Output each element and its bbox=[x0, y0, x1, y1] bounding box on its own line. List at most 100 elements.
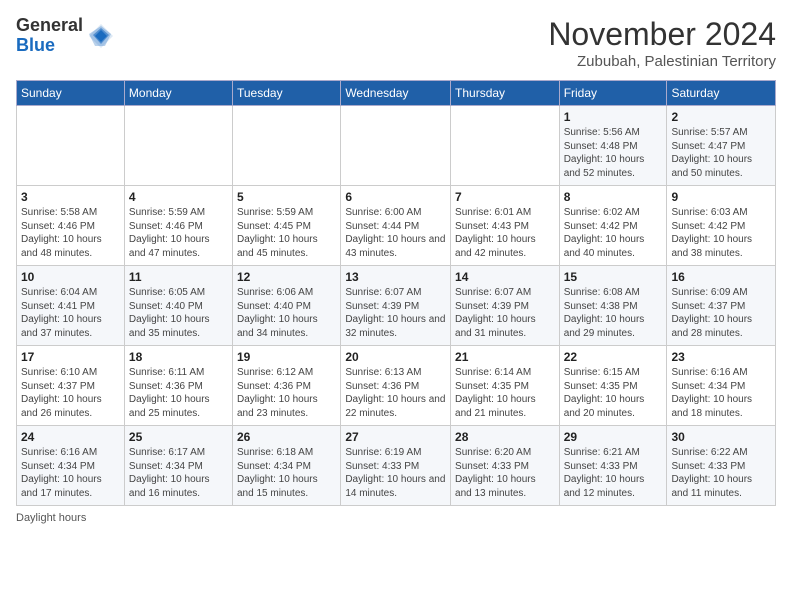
cell-info: Sunrise: 6:17 AM Sunset: 4:34 PM Dayligh… bbox=[129, 446, 228, 500]
col-header-sunday: Sunday bbox=[17, 81, 125, 106]
week-row-4: 24 Sunrise: 6:16 AM Sunset: 4:34 PM Dayli… bbox=[17, 426, 776, 506]
calendar-cell bbox=[341, 106, 451, 186]
week-row-1: 3Sunrise: 5:58 AM Sunset: 4:46 PM Daylig… bbox=[17, 186, 776, 266]
logo: General Blue bbox=[16, 16, 115, 56]
day-number: 15 bbox=[564, 270, 663, 284]
day-number: 20 bbox=[345, 350, 446, 364]
day-number: 22 bbox=[564, 350, 663, 364]
cell-info: Sunrise: 5:59 AM Sunset: 4:45 PM Dayligh… bbox=[237, 206, 336, 260]
location-title: Zububah, Palestinian Territory bbox=[548, 53, 776, 70]
calendar-cell bbox=[124, 106, 232, 186]
calendar-cell: 21 Sunrise: 6:14 AM Sunset: 4:35 PM Dayli… bbox=[451, 346, 560, 426]
calendar-cell: 16Sunrise: 6:09 AM Sunset: 4:37 PM Dayli… bbox=[667, 266, 776, 346]
cell-info: Sunrise: 6:00 AM Sunset: 4:44 PM Dayligh… bbox=[345, 206, 446, 260]
col-header-thursday: Thursday bbox=[451, 81, 560, 106]
calendar-cell: 9 Sunrise: 6:03 AM Sunset: 4:42 PM Daylig… bbox=[667, 186, 776, 266]
calendar-cell: 4Sunrise: 5:59 AM Sunset: 4:46 PM Daylig… bbox=[124, 186, 232, 266]
day-number: 13 bbox=[345, 270, 446, 284]
calendar-cell: 20 Sunrise: 6:13 AM Sunset: 4:36 PM Dayli… bbox=[341, 346, 451, 426]
day-number: 29 bbox=[564, 430, 663, 444]
day-number: 28 bbox=[455, 430, 555, 444]
cell-info: Sunrise: 6:02 AM Sunset: 4:42 PM Dayligh… bbox=[564, 206, 663, 260]
calendar-cell: 30 Sunrise: 6:22 AM Sunset: 4:33 PM Dayli… bbox=[667, 426, 776, 506]
cell-info: Sunrise: 6:01 AM Sunset: 4:43 PM Dayligh… bbox=[455, 206, 555, 260]
header-row: SundayMondayTuesdayWednesdayThursdayFrid… bbox=[17, 81, 776, 106]
month-title: November 2024 bbox=[548, 16, 776, 53]
day-number: 27 bbox=[345, 430, 446, 444]
cell-info: Sunrise: 6:13 AM Sunset: 4:36 PM Dayligh… bbox=[345, 366, 446, 420]
day-number: 10 bbox=[21, 270, 120, 284]
day-number: 18 bbox=[129, 350, 228, 364]
calendar-cell: 18 Sunrise: 6:11 AM Sunset: 4:36 PM Dayli… bbox=[124, 346, 232, 426]
day-number: 11 bbox=[129, 270, 228, 284]
week-row-2: 10 Sunrise: 6:04 AM Sunset: 4:41 PM Dayli… bbox=[17, 266, 776, 346]
day-number: 14 bbox=[455, 270, 555, 284]
cell-info: Sunrise: 6:11 AM Sunset: 4:36 PM Dayligh… bbox=[129, 366, 228, 420]
day-number: 9 bbox=[671, 190, 771, 204]
calendar-cell: 29 Sunrise: 6:21 AM Sunset: 4:33 PM Dayli… bbox=[559, 426, 667, 506]
calendar-cell: 28Sunrise: 6:20 AM Sunset: 4:33 PM Dayli… bbox=[451, 426, 560, 506]
cell-info: Sunrise: 6:15 AM Sunset: 4:35 PM Dayligh… bbox=[564, 366, 663, 420]
day-number: 23 bbox=[671, 350, 771, 364]
cell-info: Sunrise: 6:06 AM Sunset: 4:40 PM Dayligh… bbox=[237, 286, 336, 340]
calendar-cell: 3Sunrise: 5:58 AM Sunset: 4:46 PM Daylig… bbox=[17, 186, 125, 266]
calendar-cell: 11 Sunrise: 6:05 AM Sunset: 4:40 PM Dayli… bbox=[124, 266, 232, 346]
calendar-cell: 12Sunrise: 6:06 AM Sunset: 4:40 PM Dayli… bbox=[233, 266, 341, 346]
cell-info: Sunrise: 5:56 AM Sunset: 4:48 PM Dayligh… bbox=[564, 126, 663, 180]
calendar-cell: 7 Sunrise: 6:01 AM Sunset: 4:43 PM Daylig… bbox=[451, 186, 560, 266]
calendar-cell: 13Sunrise: 6:07 AM Sunset: 4:39 PM Dayli… bbox=[341, 266, 451, 346]
calendar-cell: 24 Sunrise: 6:16 AM Sunset: 4:34 PM Dayli… bbox=[17, 426, 125, 506]
day-number: 6 bbox=[345, 190, 446, 204]
calendar-cell: 2 Sunrise: 5:57 AM Sunset: 4:47 PM Daylig… bbox=[667, 106, 776, 186]
col-header-friday: Friday bbox=[559, 81, 667, 106]
calendar-cell bbox=[233, 106, 341, 186]
calendar-cell: 17Sunrise: 6:10 AM Sunset: 4:37 PM Dayli… bbox=[17, 346, 125, 426]
calendar-cell: 8 Sunrise: 6:02 AM Sunset: 4:42 PM Daylig… bbox=[559, 186, 667, 266]
day-number: 3 bbox=[21, 190, 120, 204]
day-number: 16 bbox=[671, 270, 771, 284]
week-row-3: 17Sunrise: 6:10 AM Sunset: 4:37 PM Dayli… bbox=[17, 346, 776, 426]
cell-info: Sunrise: 6:12 AM Sunset: 4:36 PM Dayligh… bbox=[237, 366, 336, 420]
day-number: 24 bbox=[21, 430, 120, 444]
page: General Blue November 2024 Zububah, Pale… bbox=[0, 0, 792, 612]
cell-info: Sunrise: 6:03 AM Sunset: 4:42 PM Dayligh… bbox=[671, 206, 771, 260]
cell-info: Sunrise: 6:16 AM Sunset: 4:34 PM Dayligh… bbox=[21, 446, 120, 500]
title-block: November 2024 Zububah, Palestinian Terri… bbox=[548, 16, 776, 70]
calendar-cell: 10 Sunrise: 6:04 AM Sunset: 4:41 PM Dayli… bbox=[17, 266, 125, 346]
cell-info: Sunrise: 6:10 AM Sunset: 4:37 PM Dayligh… bbox=[21, 366, 120, 420]
cell-info: Sunrise: 6:04 AM Sunset: 4:41 PM Dayligh… bbox=[21, 286, 120, 340]
logo-blue-text: Blue bbox=[16, 36, 83, 56]
calendar-cell: 1 Sunrise: 5:56 AM Sunset: 4:48 PM Daylig… bbox=[559, 106, 667, 186]
cell-info: Sunrise: 5:57 AM Sunset: 4:47 PM Dayligh… bbox=[671, 126, 771, 180]
calendar-cell: 22 Sunrise: 6:15 AM Sunset: 4:35 PM Dayli… bbox=[559, 346, 667, 426]
day-number: 19 bbox=[237, 350, 336, 364]
day-number: 7 bbox=[455, 190, 555, 204]
cell-info: Sunrise: 6:16 AM Sunset: 4:34 PM Dayligh… bbox=[671, 366, 771, 420]
logo-general-text: General bbox=[16, 16, 83, 36]
week-row-0: 1 Sunrise: 5:56 AM Sunset: 4:48 PM Daylig… bbox=[17, 106, 776, 186]
day-number: 2 bbox=[671, 110, 771, 124]
calendar-cell: 23 Sunrise: 6:16 AM Sunset: 4:34 PM Dayli… bbox=[667, 346, 776, 426]
daylight-note: Daylight hours bbox=[16, 512, 86, 524]
day-number: 21 bbox=[455, 350, 555, 364]
calendar-cell bbox=[451, 106, 560, 186]
calendar-table: SundayMondayTuesdayWednesdayThursdayFrid… bbox=[16, 80, 776, 506]
day-number: 5 bbox=[237, 190, 336, 204]
calendar-cell: 27Sunrise: 6:19 AM Sunset: 4:33 PM Dayli… bbox=[341, 426, 451, 506]
cell-info: Sunrise: 6:07 AM Sunset: 4:39 PM Dayligh… bbox=[455, 286, 555, 340]
cell-info: Sunrise: 6:22 AM Sunset: 4:33 PM Dayligh… bbox=[671, 446, 771, 500]
col-header-wednesday: Wednesday bbox=[341, 81, 451, 106]
cell-info: Sunrise: 6:05 AM Sunset: 4:40 PM Dayligh… bbox=[129, 286, 228, 340]
cell-info: Sunrise: 6:21 AM Sunset: 4:33 PM Dayligh… bbox=[564, 446, 663, 500]
calendar-cell: 26Sunrise: 6:18 AM Sunset: 4:34 PM Dayli… bbox=[233, 426, 341, 506]
col-header-saturday: Saturday bbox=[667, 81, 776, 106]
day-number: 1 bbox=[564, 110, 663, 124]
day-number: 8 bbox=[564, 190, 663, 204]
cell-info: Sunrise: 6:18 AM Sunset: 4:34 PM Dayligh… bbox=[237, 446, 336, 500]
cell-info: Sunrise: 6:14 AM Sunset: 4:35 PM Dayligh… bbox=[455, 366, 555, 420]
day-number: 30 bbox=[671, 430, 771, 444]
calendar-cell: 25Sunrise: 6:17 AM Sunset: 4:34 PM Dayli… bbox=[124, 426, 232, 506]
calendar-cell: 14 Sunrise: 6:07 AM Sunset: 4:39 PM Dayli… bbox=[451, 266, 560, 346]
calendar-cell: 5 Sunrise: 5:59 AM Sunset: 4:45 PM Daylig… bbox=[233, 186, 341, 266]
day-number: 4 bbox=[129, 190, 228, 204]
